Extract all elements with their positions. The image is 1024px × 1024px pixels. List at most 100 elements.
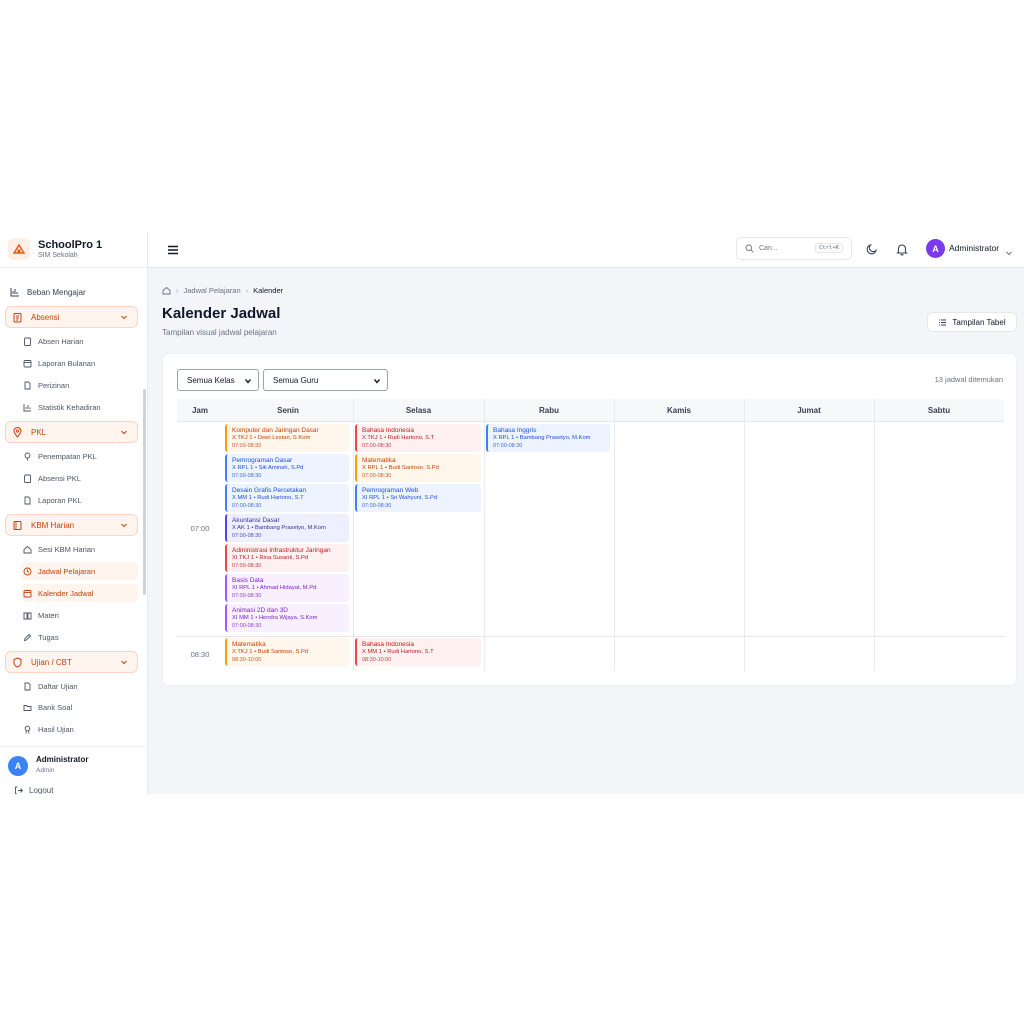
user-role: Admin [36,767,55,774]
user-name: Administrator [36,755,89,764]
sidebar-item-sesi-kbm-harian[interactable]: Sesi KBM Harian [22,540,138,558]
column-header-day: Kamis [666,406,691,415]
sidebar-scrollbar[interactable] [143,271,147,743]
search-input[interactable] [759,245,809,252]
chevron-down-icon [373,377,381,387]
search-box[interactable]: Ctrl+K [736,237,852,260]
sidebar-item-label: Kalender Jadwal [38,588,94,598]
schedule-event[interactable]: Matematika X RPL 1 • Budi Santoso, S.Pd 07… [355,454,481,482]
event-time: 07:00-08:30 [232,622,262,629]
table-view-button[interactable]: Tampilan Tabel [927,312,1017,332]
sidebar-item-label: Laporan PKL [38,495,82,505]
sidebar-group-kbm-harian[interactable]: KBM Harian [5,514,138,536]
schedule-event[interactable]: Administrasi Infrastruktur Jaringan XI TK… [225,544,349,572]
folder-icon [23,703,32,712]
sidebar-group-ujian-cbt[interactable]: Ujian / CBT [5,651,138,673]
event-title: Animasi 2D dan 3D [232,607,288,614]
clipboard-icon [23,337,32,346]
column-header-day: Jumat [797,406,821,415]
clipboard-icon [12,312,23,323]
event-time: 07:00-08:30 [362,472,392,479]
class-filter-select[interactable]: Semua Kelas [177,369,259,391]
menu-toggle-button[interactable] [166,243,180,257]
event-detail: X TKJ 1 • Budi Santoso, S.Pd [232,649,309,655]
schedule-event[interactable]: Basis Data XI RPL 1 • Ahmad Hidayat, M.Pd… [225,574,349,602]
event-title: Desain Grafis Percetakan [232,487,307,494]
brand[interactable]: SchoolPro 1 SIM Sekolah [0,231,147,268]
sidebar-item-tugas[interactable]: Tugas [22,628,138,646]
sidebar-item-absen-harian[interactable]: Absen Harian [22,332,138,350]
sidebar-item-statistik-kehadiran[interactable]: Statistik Kehadiran [22,398,138,416]
sidebar-group-pkl[interactable]: PKL [5,421,138,443]
chevron-down-icon[interactable] [1005,244,1013,262]
schedule-event[interactable]: Komputer dan Jaringan Dasar X TKJ 1 • Dew… [225,424,349,452]
sidebar-item-kalender-jadwal[interactable]: Kalender Jadwal [22,584,138,602]
sidebar-item-bank-soal[interactable]: Bank Soal [22,698,138,716]
row-divider [177,636,1004,637]
schedule-event[interactable]: Matematika X TKJ 1 • Budi Santoso, S.Pd 08… [225,638,349,666]
schedule-event[interactable]: Bahasa Indonesia X TKJ 1 • Rudi Hartono, … [355,424,481,452]
schedule-event[interactable]: Pemrograman Dasar X RPL 1 • Siti Aminah, … [225,454,349,482]
event-time: 07:00-08:30 [232,592,262,599]
sidebar-item-jadwal-pelajaran[interactable]: Jadwal Pelajaran [22,562,138,580]
bar-chart-icon [23,403,32,412]
calendar-grid: Jam Senin Selasa Rabu Kamis Jumat Sabtu … [177,399,1004,671]
sidebar-item-laporan-pkl[interactable]: Laporan PKL [22,491,138,509]
breadcrumb-separator: › [245,286,249,295]
schedule-event[interactable]: Bahasa Inggris X RPL 1 • Bambang Prasetyo… [486,424,610,452]
notifications-button[interactable] [895,242,909,256]
sidebar-item-label: Laporan Bulanan [38,358,96,368]
chevron-down-icon [120,521,128,531]
schedule-event[interactable]: Akuntansi Dasar X AK 1 • Bambang Prasetyo… [225,514,349,542]
list-icon [938,318,947,327]
column-header-day: Rabu [539,406,559,415]
user-menu-name[interactable]: Administrator [949,243,999,253]
calendar-icon [23,589,32,598]
sidebar-item-perizinan[interactable]: Perizinan [22,376,138,394]
event-detail: XI MM 1 • Hendra Wijaya, S.Kom [232,615,318,621]
event-time: 07:00-08:30 [232,532,262,539]
sidebar-item-label: Tugas [38,632,59,642]
sidebar-item-penempatan-pkl[interactable]: Penempatan PKL [22,447,138,465]
home-icon[interactable] [162,286,171,295]
sidebar-item-label: Hasil Ujian [38,724,74,734]
chevron-down-icon [244,377,252,387]
column-divider [484,399,485,671]
clock-icon [23,567,32,576]
event-title: Basis Data [232,577,264,584]
teacher-filter-select[interactable]: Semua Guru [263,369,388,391]
sidebar-group-absensi[interactable]: Absensi [5,306,138,328]
event-title: Akuntansi Dasar [232,517,280,524]
event-detail: XI TKJ 1 • Rina Susanti, S.Pd [232,555,309,561]
event-title: Bahasa Indonesia [362,641,415,648]
breadcrumb-parent[interactable]: Jadwal Pelajaran [184,286,241,295]
sidebar-item-absensi-pkl[interactable]: Absensi PKL [22,469,138,487]
sidebar-item-label: Materi [38,610,59,620]
schedule-event[interactable]: Animasi 2D dan 3D XI MM 1 • Hendra Wijaya… [225,604,349,632]
user-avatar[interactable]: A [926,239,945,258]
result-count: 13 jadwal ditemukan [934,375,1003,384]
sidebar-item-beban-mengajar[interactable]: Beban Mengajar [10,283,86,301]
sidebar-item-laporan-bulanan[interactable]: Laporan Bulanan [22,354,138,372]
event-time: 07:00-08:30 [232,442,262,449]
sidebar-item-label: Absensi PKL [38,473,81,483]
logout-button[interactable]: Logout [14,786,53,794]
avatar[interactable]: A [8,756,28,776]
sidebar-group-label: PKL [31,427,47,437]
dark-mode-toggle[interactable] [865,242,879,256]
sidebar-item-daftar-ujian[interactable]: Daftar Ujian [22,677,138,695]
map-pin-icon [23,452,32,461]
sidebar-item-hasil-ujian[interactable]: Hasil Ujian [22,720,138,738]
schedule-event[interactable]: Desain Grafis Percetakan X MM 1 • Rudi Ha… [225,484,349,512]
app-window: SchoolPro 1 SIM Sekolah Beban Mengajar A… [0,231,1024,794]
event-title: Pemrograman Web [362,487,419,494]
calendar-icon [23,359,32,368]
pencil-icon [23,633,32,642]
schedule-event[interactable]: Bahasa Indonesia X MM 1 • Rudi Hartono, S… [355,638,481,666]
sidebar-item-materi[interactable]: Materi [22,606,138,624]
chevron-down-icon [120,313,128,323]
breadcrumb-separator: › [176,286,179,295]
award-icon [23,725,32,734]
schedule-event[interactable]: Pemrograman Web XI RPL 1 • Sri Wahyuni, S… [355,484,481,512]
scrollbar-thumb[interactable] [143,389,146,595]
